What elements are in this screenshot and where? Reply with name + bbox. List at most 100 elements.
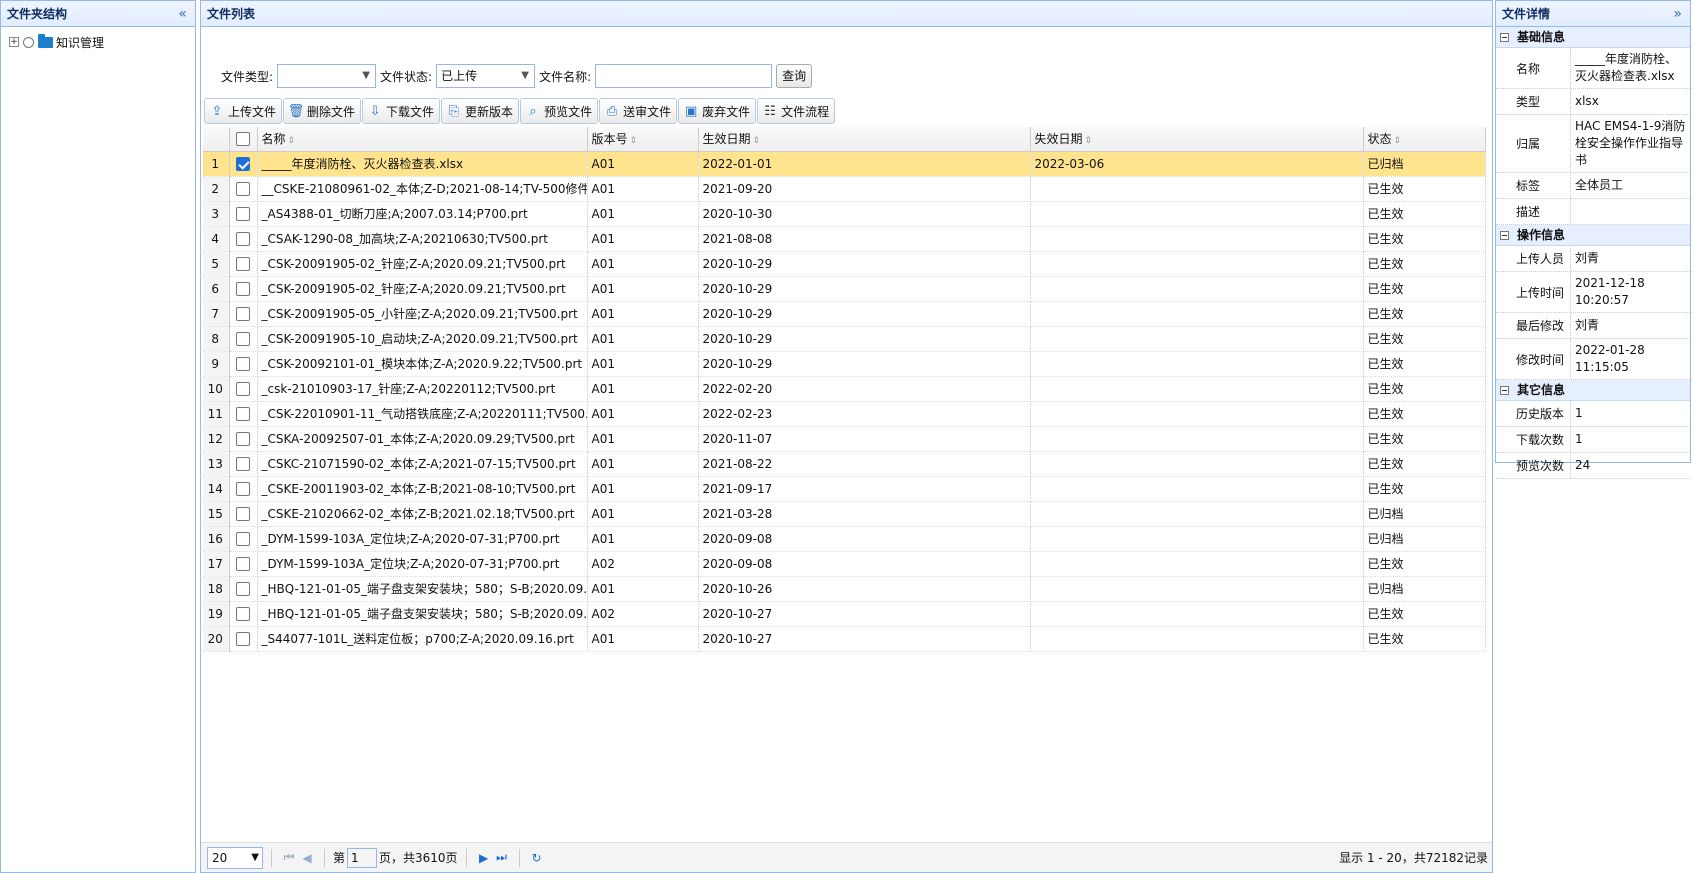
file-flow-button[interactable]: ☷ 文件流程: [757, 98, 836, 124]
cell-name: _____年度消防栓、灭火器检查表.xlsx: [257, 151, 588, 177]
row-checkbox[interactable]: [235, 181, 250, 196]
refresh-icon[interactable]: ↻: [528, 851, 546, 865]
table-row[interactable]: 12 _CSKA-20092507-01_本体;Z-A;2020.09.29;TV…: [203, 426, 1486, 452]
next-page-icon[interactable]: ▶: [475, 851, 493, 865]
cell-status: 已生效: [1363, 376, 1486, 402]
row-checkbox[interactable]: [235, 156, 250, 171]
tree-radio[interactable]: [23, 36, 34, 48]
row-checkbox[interactable]: [235, 456, 250, 471]
row-checkbox[interactable]: [235, 231, 250, 246]
column-header-name[interactable]: 名称 ⇕: [257, 127, 588, 152]
table-row[interactable]: 4 _CSAK-1290-08_加高块;Z-A;20210630;TV500.pr…: [203, 226, 1486, 252]
table-row[interactable]: 3 _AS4388-01_切断刀座;A;2007.03.14;P700.prt A0…: [203, 201, 1486, 227]
row-checkbox[interactable]: [235, 256, 250, 271]
row-checkbox[interactable]: [235, 206, 250, 221]
cell-version: A01: [587, 301, 699, 327]
cell-version: A01: [587, 401, 699, 427]
table-row[interactable]: 8 _CSK-20091905-10_启动块;Z-A;2020.09.21;TV5…: [203, 326, 1486, 352]
first-page-icon[interactable]: ⏮: [280, 850, 298, 865]
table-row[interactable]: 7 _CSK-20091905-05_小针座;Z-A;2020.09.21;TV5…: [203, 301, 1486, 327]
row-checkbox[interactable]: [235, 606, 250, 621]
property-group-header[interactable]: 其它信息: [1496, 380, 1690, 401]
row-checkbox[interactable]: [235, 331, 250, 346]
expand-plus-icon[interactable]: +: [9, 37, 19, 47]
collapse-group-icon[interactable]: [1500, 32, 1509, 42]
table-row[interactable]: 19 _HBQ-121-01-05_端子盘支架安装块；580；S-B;2020.0…: [203, 601, 1486, 627]
property-group-header[interactable]: 基础信息: [1496, 27, 1690, 48]
row-checkbox[interactable]: [235, 506, 250, 521]
column-header-effective-date[interactable]: 生效日期 ⇕: [698, 127, 1031, 152]
row-checkbox[interactable]: [235, 381, 250, 396]
file-status-select[interactable]: 已上传 ▼: [436, 64, 536, 88]
row-number: 13: [203, 451, 230, 477]
table-row[interactable]: 15 _CSKE-21020662-02_本体;Z-B;2021.02.18;TV…: [203, 501, 1486, 527]
property-key: 上传人员: [1496, 246, 1571, 271]
table-row[interactable]: 20 _S44077-101L_送料定位板；p700;Z-A;2020.09.16…: [203, 626, 1486, 652]
cell-effective-date: 2020-10-29: [698, 326, 1031, 352]
table-row[interactable]: 17 _DYM-1599-103A_定位块;Z-A;2020-07-31;P700…: [203, 551, 1486, 577]
row-checkbox[interactable]: [235, 481, 250, 496]
cell-expiry-date: [1030, 476, 1364, 502]
upload-file-button[interactable]: ⇪ 上传文件: [204, 98, 283, 124]
file-type-select[interactable]: ▼: [277, 64, 377, 88]
property-group-header[interactable]: 操作信息: [1496, 225, 1690, 246]
cell-effective-date: 2021-08-08: [698, 226, 1031, 252]
collapse-group-icon[interactable]: [1500, 230, 1509, 240]
table-row[interactable]: 18 _HBQ-121-01-05_端子盘支架安装块；580；S-B;2020.0…: [203, 576, 1486, 602]
row-checkbox[interactable]: [235, 356, 250, 371]
row-checkbox[interactable]: [235, 281, 250, 296]
column-header-expiry-date[interactable]: 失效日期 ⇕: [1030, 127, 1364, 152]
collapse-right-icon[interactable]: »: [1673, 1, 1682, 27]
collapse-group-icon[interactable]: [1500, 385, 1509, 395]
row-checkbox-cell: [229, 151, 258, 177]
last-page-icon[interactable]: ⏭: [493, 850, 511, 865]
query-button[interactable]: 查询: [776, 64, 813, 88]
flow-icon: ☷: [764, 103, 776, 119]
row-checkbox[interactable]: [235, 581, 250, 596]
property-grid: 基础信息 名称 _____年度消防栓、灭火器检查表.xlsx 类型 xlsx 归属 HAC …: [1496, 27, 1690, 479]
submit-review-button[interactable]: ⎙ 送审文件: [599, 98, 678, 124]
cell-expiry-date: [1030, 376, 1364, 402]
row-checkbox[interactable]: [235, 431, 250, 446]
row-checkbox[interactable]: [235, 406, 250, 421]
tree-node-knowledge[interactable]: + 知识管理: [1, 31, 195, 53]
column-header-status[interactable]: 状态 ⇕: [1363, 127, 1486, 152]
column-header-version[interactable]: 版本号 ⇕: [587, 127, 699, 152]
discard-file-button[interactable]: ▣ 废弃文件: [678, 98, 757, 124]
table-row[interactable]: 9 _CSK-20092101-01_模块本体;Z-A;2020.9.22;TV5…: [203, 351, 1486, 377]
row-number: 5: [203, 251, 230, 277]
property-key: 历史版本: [1496, 401, 1571, 426]
row-checkbox[interactable]: [235, 306, 250, 321]
select-all-checkbox[interactable]: [235, 132, 250, 146]
row-number: 10: [203, 376, 230, 402]
table-row[interactable]: 11 _CSK-22010901-11_气动搭铁底座;Z-A;20220111;T…: [203, 401, 1486, 427]
table-row[interactable]: 2 __CSKE-21080961-02_本体;Z-D;2021-08-14;TV…: [203, 176, 1486, 202]
table-row[interactable]: 13 _CSKC-21071590-02_本体;Z-A;2021-07-15;TV…: [203, 451, 1486, 477]
delete-file-button[interactable]: 🗑 删除文件: [283, 98, 362, 124]
filter-bar: 文件类型: ▼ 文件状态: 已上传 ▼ 文件名称: 查询: [201, 63, 813, 89]
pager-separator: [465, 848, 467, 867]
table-row[interactable]: 14 _CSKE-20011903-02_本体;Z-B;2021-08-10;TV…: [203, 476, 1486, 502]
table-row[interactable]: 6 _CSK-20091905-02_针座;Z-A;2020.09.21;TV50…: [203, 276, 1486, 302]
file-type-label: 文件类型:: [221, 69, 274, 84]
row-number: 19: [203, 601, 230, 627]
file-name-input[interactable]: [595, 64, 773, 88]
row-checkbox-cell: [229, 401, 258, 427]
row-checkbox[interactable]: [235, 631, 250, 646]
download-file-button[interactable]: ⇩ 下载文件: [362, 98, 441, 124]
page-size-select[interactable]: 20 ▼: [207, 846, 263, 869]
table-row[interactable]: 10 _csk-21010903-17_针座;Z-A;20220112;TV500…: [203, 376, 1486, 402]
table-row[interactable]: 1 _____年度消防栓、灭火器检查表.xlsx A01 2022-01-01 2022…: [203, 151, 1486, 177]
row-checkbox[interactable]: [235, 531, 250, 546]
prev-page-icon[interactable]: ◀: [298, 851, 316, 865]
cell-expiry-date: [1030, 176, 1364, 202]
row-checkbox[interactable]: [235, 556, 250, 571]
update-version-button[interactable]: ⎘ 更新版本: [441, 98, 520, 124]
table-row[interactable]: 5 _CSK-20091905-02_针座;Z-A;2020.09.21;TV50…: [203, 251, 1486, 277]
collapse-left-icon[interactable]: «: [178, 1, 187, 27]
table-row[interactable]: 16 _DYM-1599-103A_定位块;Z-A;2020-07-31;P700…: [203, 526, 1486, 552]
preview-file-button[interactable]: ⌕ 预览文件: [520, 98, 599, 124]
page-number-input[interactable]: 1: [347, 847, 378, 868]
cell-status: 已归档: [1363, 526, 1486, 552]
cell-expiry-date: [1030, 251, 1364, 277]
